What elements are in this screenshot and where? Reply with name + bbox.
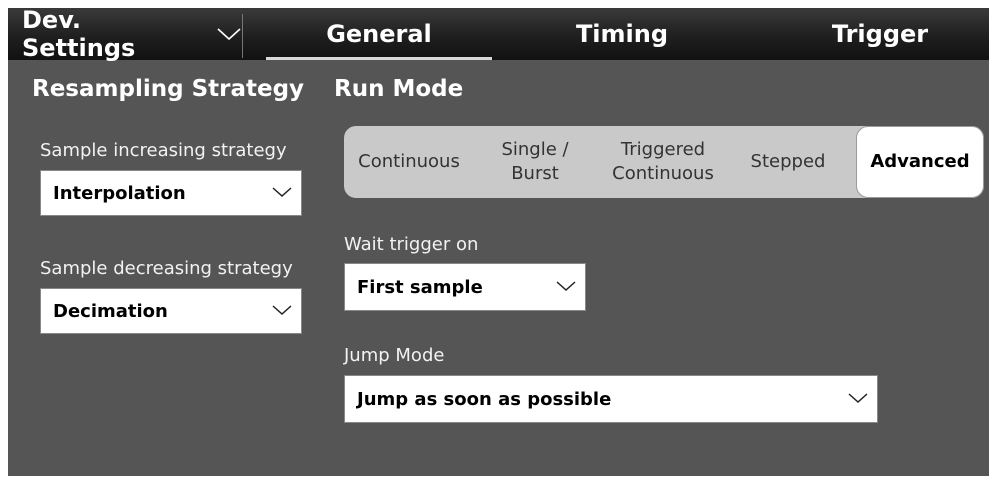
sample-decreasing-label: Sample decreasing strategy — [40, 258, 293, 279]
tab-general[interactable]: General — [266, 8, 492, 60]
dev-settings-label: Dev. Settings — [22, 6, 136, 62]
run-mode-continuous[interactable]: Continuous — [344, 126, 474, 198]
jump-mode-label: Jump Mode — [344, 345, 445, 366]
sample-increasing-value: Interpolation — [53, 182, 186, 204]
sample-increasing-dropdown[interactable]: Interpolation — [40, 170, 302, 216]
resampling-strategy-heading: Resampling Strategy — [32, 76, 305, 102]
run-mode-single-burst-line2: Burst — [511, 163, 559, 184]
jump-mode-dropdown[interactable]: Jump as soon as possible — [344, 375, 878, 423]
run-mode-advanced-label: Advanced — [870, 151, 970, 172]
divider — [242, 14, 243, 58]
wait-trigger-dropdown[interactable]: First sample — [344, 263, 586, 311]
chevron-down-icon — [271, 183, 293, 204]
run-mode-triggered-continuous[interactable]: Triggered Continuous — [598, 126, 728, 198]
tab-general-label: General — [326, 20, 432, 48]
sample-increasing-label: Sample increasing strategy — [40, 140, 287, 161]
chevron-down-icon — [555, 277, 577, 298]
tab-trigger-label: Trigger — [831, 20, 929, 48]
run-mode-stepped[interactable]: Stepped — [738, 126, 838, 198]
dev-settings-dropdown[interactable]: Dev. Settings — [8, 6, 242, 62]
chevron-down-icon — [216, 20, 242, 48]
run-mode-advanced[interactable]: Advanced — [856, 126, 984, 198]
run-mode-triggered-continuous-line1: Triggered — [620, 139, 706, 160]
sample-decreasing-dropdown[interactable]: Decimation — [40, 288, 302, 334]
run-mode-heading: Run Mode — [334, 76, 464, 102]
wait-trigger-label: Wait trigger on — [344, 234, 479, 255]
tab-timing[interactable]: Timing — [522, 8, 722, 60]
chevron-down-icon — [271, 301, 293, 322]
run-mode-single-burst-line1: Single / — [501, 139, 569, 160]
sample-decreasing-value: Decimation — [53, 300, 168, 322]
run-mode-single-burst[interactable]: Single / Burst — [486, 126, 584, 198]
run-mode-selector: Continuous Single / Burst Triggered Cont… — [344, 126, 984, 198]
tab-selected-indicator — [266, 57, 492, 60]
run-mode-triggered-continuous-line2: Continuous — [612, 163, 714, 184]
chevron-down-icon — [847, 389, 869, 410]
wait-trigger-value: First sample — [357, 276, 483, 298]
run-mode-stepped-label: Stepped — [750, 151, 826, 172]
tab-timing-label: Timing — [575, 20, 669, 48]
settings-panel: Dev. Settings General Timing Trigger Res… — [8, 6, 989, 476]
jump-mode-value: Jump as soon as possible — [357, 388, 612, 410]
top-bar: Dev. Settings General Timing Trigger — [8, 6, 989, 62]
run-mode-continuous-label: Continuous — [358, 151, 460, 172]
tab-trigger[interactable]: Trigger — [780, 8, 980, 60]
